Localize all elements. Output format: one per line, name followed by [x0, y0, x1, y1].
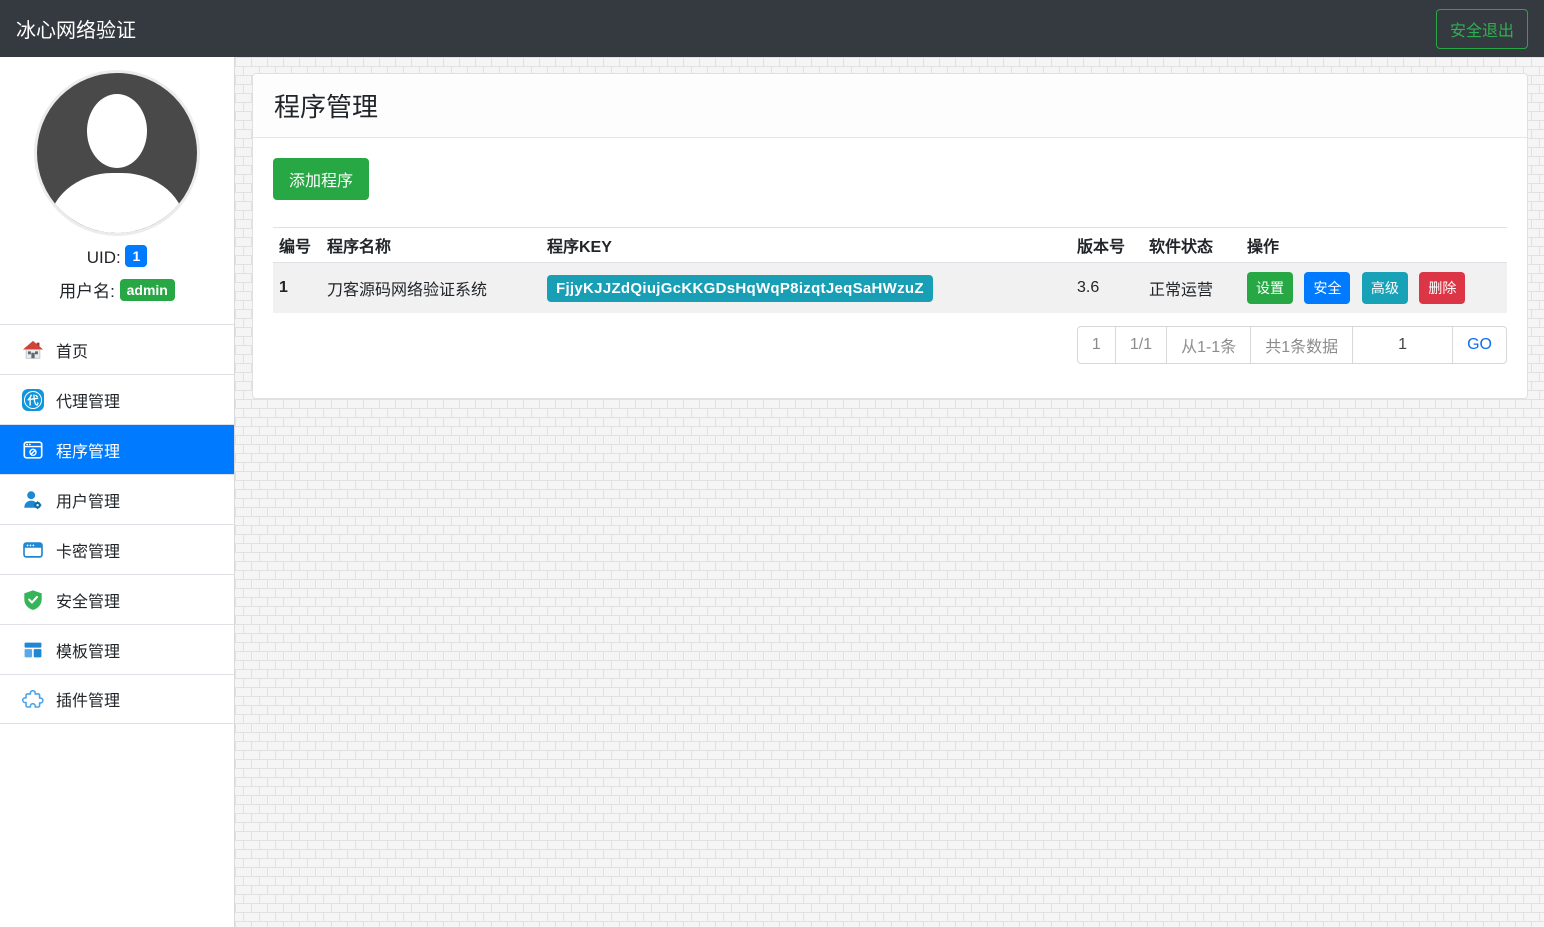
sidebar-item-programs[interactable]: 程序管理 — [0, 424, 234, 474]
sidebar-item-label: 首页 — [56, 338, 88, 362]
sidebar-item-cardkeys[interactable]: 卡密管理 — [0, 524, 234, 574]
col-header-key: 程序KEY — [541, 228, 1071, 263]
card-title: 程序管理 — [253, 74, 1527, 138]
page-jump-input[interactable] — [1353, 327, 1452, 363]
sidebar-menu: 首页 代 代理管理 — [0, 324, 234, 724]
sidebar-item-label: 安全管理 — [56, 588, 120, 612]
col-header-version: 版本号 — [1071, 228, 1143, 263]
card-key-icon — [22, 539, 44, 561]
table-row: 1 刀客源码网络验证系统 FjjyKJJZdQiujGcKKGDsHqWqP8i… — [273, 263, 1507, 314]
delete-button[interactable]: 删除 — [1419, 272, 1465, 304]
program-window-icon — [22, 439, 44, 461]
avatar-head-shape — [87, 94, 147, 168]
logout-button[interactable]: 安全退出 — [1436, 9, 1528, 49]
sidebar-item-plugins[interactable]: 插件管理 — [0, 674, 234, 724]
user-avatar — [34, 70, 200, 236]
sidebar-item-agents[interactable]: 代 代理管理 — [0, 374, 234, 424]
col-header-id: 编号 — [273, 228, 321, 263]
uid-label: UID: — [87, 248, 121, 267]
user-gear-icon — [22, 489, 44, 511]
template-icon — [22, 639, 44, 661]
top-navbar: 冰心网络验证 安全退出 — [0, 0, 1544, 57]
pagination: 1 1/1 从1-1条 共1条数据 GO — [273, 326, 1507, 364]
home-icon — [22, 339, 44, 361]
col-header-name: 程序名称 — [321, 228, 541, 263]
sidebar-item-templates[interactable]: 模板管理 — [0, 624, 234, 674]
program-actions: 设置 安全 高级 删除 — [1241, 263, 1507, 314]
sidebar-item-label: 程序管理 — [56, 438, 120, 462]
username-badge: admin — [120, 279, 175, 301]
username-line: 用户名: admin — [0, 277, 234, 302]
card-body: 添加程序 编号 程序名称 程序KEY 版本号 软件状态 操作 — [253, 138, 1527, 398]
sidebar-item-label: 代理管理 — [56, 388, 120, 412]
program-management-card: 程序管理 添加程序 编号 程序名称 程序KEY 版本号 软件状态 操作 — [252, 73, 1528, 399]
page-input-cell — [1353, 327, 1453, 363]
agent-icon: 代 — [22, 389, 44, 411]
pagination-group: 1 1/1 从1-1条 共1条数据 GO — [1077, 326, 1507, 364]
col-header-status: 软件状态 — [1143, 228, 1241, 263]
uid-line: UID: 1 — [0, 245, 234, 268]
page-total-cell: 共1条数据 — [1251, 327, 1353, 363]
program-name: 刀客源码网络验证系统 — [321, 263, 541, 314]
programs-table: 编号 程序名称 程序KEY 版本号 软件状态 操作 1 刀客源码 — [273, 227, 1507, 313]
program-key-badge[interactable]: FjjyKJJZdQiujGcKKGDsHqWqP8izqtJeqSaHWzuZ — [547, 275, 933, 302]
profile-section: UID: 1 用户名: admin — [0, 57, 234, 312]
sidebar: UID: 1 用户名: admin — [0, 57, 235, 927]
settings-button[interactable]: 设置 — [1247, 272, 1293, 304]
program-version: 3.6 — [1071, 263, 1143, 314]
advanced-button[interactable]: 高级 — [1362, 272, 1408, 304]
sidebar-item-security[interactable]: 安全管理 — [0, 574, 234, 624]
col-header-actions: 操作 — [1241, 228, 1507, 263]
sidebar-item-users[interactable]: 用户管理 — [0, 474, 234, 524]
sidebar-item-label: 模板管理 — [56, 638, 120, 662]
sidebar-item-label: 卡密管理 — [56, 538, 120, 562]
content-area: 程序管理 添加程序 编号 程序名称 程序KEY 版本号 软件状态 操作 — [235, 57, 1544, 927]
plugin-puzzle-icon — [22, 688, 44, 710]
app-title: 冰心网络验证 — [16, 14, 136, 43]
avatar-torso-shape — [48, 173, 186, 236]
page-number-cell[interactable]: 1 — [1078, 327, 1116, 363]
table-header-row: 编号 程序名称 程序KEY 版本号 软件状态 操作 — [273, 228, 1507, 263]
add-program-button[interactable]: 添加程序 — [273, 158, 369, 200]
app-root: 冰心网络验证 安全退出 UID: 1 用户名: admin — [0, 0, 1544, 927]
sidebar-item-label: 插件管理 — [56, 687, 120, 711]
security-button[interactable]: 安全 — [1304, 272, 1350, 304]
go-button[interactable]: GO — [1453, 327, 1506, 363]
program-status: 正常运营 — [1143, 263, 1241, 314]
sidebar-item-home[interactable]: 首页 — [0, 324, 234, 374]
page-range-cell: 从1-1条 — [1167, 327, 1251, 363]
sidebar-item-label: 用户管理 — [56, 488, 120, 512]
uid-badge: 1 — [125, 245, 147, 267]
program-id: 1 — [273, 263, 321, 314]
security-shield-icon — [22, 589, 44, 611]
username-label: 用户名: — [59, 282, 115, 301]
main-layout: UID: 1 用户名: admin — [0, 57, 1544, 927]
page-of-cell: 1/1 — [1116, 327, 1167, 363]
